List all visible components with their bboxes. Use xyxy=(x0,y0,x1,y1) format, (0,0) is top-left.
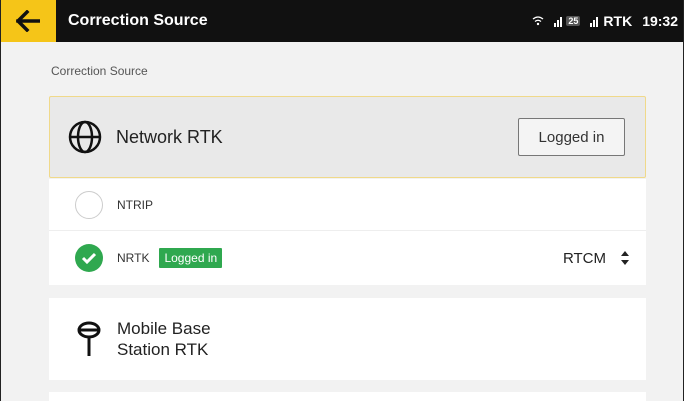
option-ntrip[interactable]: NTRIP xyxy=(49,179,646,231)
network-rtk-title: Network RTK xyxy=(116,126,223,147)
top-bar: Correction Source 25 RTK 19:32 xyxy=(0,0,684,42)
mobile-base-line2: Station RTK xyxy=(117,340,209,359)
option-nrtk[interactable]: NRTK Logged in RTCM xyxy=(49,232,646,284)
ntrip-label: NTRIP xyxy=(117,197,153,212)
logged-in-badge: Logged in xyxy=(159,248,223,268)
next-card xyxy=(49,392,646,401)
mobile-base-card[interactable]: Mobile Base Station RTK xyxy=(49,298,646,380)
wifi-icon xyxy=(532,16,544,26)
format-value: RTCM xyxy=(562,249,606,267)
back-button[interactable] xyxy=(0,0,56,42)
antenna-icon xyxy=(77,321,101,356)
logged-in-button[interactable]: Logged in xyxy=(518,118,625,156)
ntrip-radio[interactable] xyxy=(75,190,103,219)
page-title: Correction Source xyxy=(68,12,208,29)
rtk-status: RTK xyxy=(590,13,632,29)
sort-icon xyxy=(621,251,629,265)
sim-signal: 25 xyxy=(554,15,581,27)
mobile-base-title: Mobile Base Station RTK xyxy=(117,318,211,360)
checkmark-icon xyxy=(81,252,97,264)
status-bar: 25 RTK 19:32 xyxy=(532,13,684,29)
arrow-left-icon xyxy=(16,10,40,32)
signal-icon xyxy=(554,17,563,27)
network-rtk-card[interactable]: Network RTK Logged in xyxy=(49,96,646,178)
format-select[interactable]: RTCM xyxy=(563,250,630,267)
rtk-signal-icon xyxy=(590,17,599,27)
globe-icon xyxy=(68,120,102,154)
section-label: Correction Source xyxy=(51,64,148,78)
nrtk-label: NRTK xyxy=(117,251,150,265)
mobile-base-line1: Mobile Base xyxy=(117,319,211,338)
correction-options: NTRIP NRTK Logged in RTCM xyxy=(49,179,646,285)
rtk-label: RTK xyxy=(603,13,633,29)
sim-badge: 25 xyxy=(566,16,581,26)
nrtk-radio[interactable] xyxy=(75,244,103,272)
clock: 19:32 xyxy=(642,13,678,29)
